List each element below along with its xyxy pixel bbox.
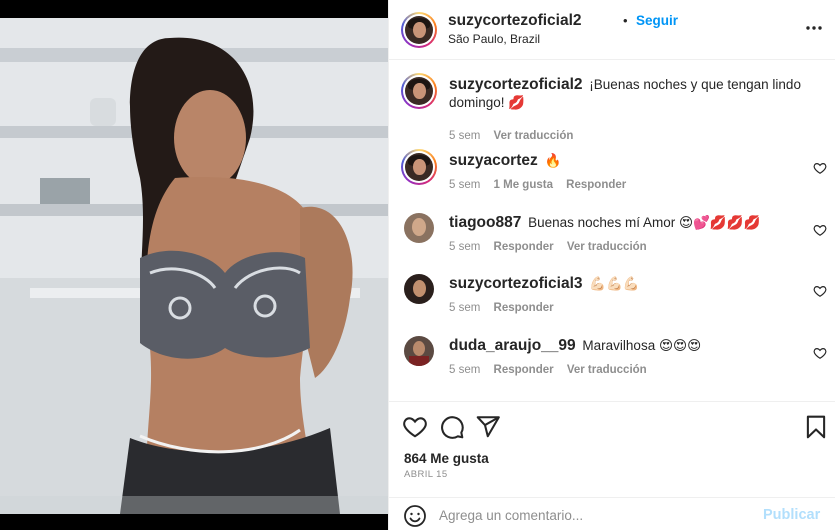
post-header: suzycortezoficial2 • Seguir São Paulo, B… [389,0,835,60]
comment-meta: 5 sem Responder [449,302,564,314]
reply-link[interactable]: Responder [494,302,554,314]
comment-meta: 5 sem Responder Ver traducción [449,364,657,376]
likes-count[interactable]: 864 Me gusta [404,451,489,466]
comment-username[interactable]: suzyacortez [449,152,538,169]
comment-time[interactable]: 5 sem [449,179,480,191]
post-side-panel: suzycortezoficial2 • Seguir São Paulo, B… [388,0,835,530]
comment-avatar[interactable] [404,274,434,304]
comment-body: tiagoo887 Buenas noches mí Amor 😍💕💋💋💋 [449,214,819,232]
comment-like-heart-icon[interactable] [813,161,827,175]
comment-avatar[interactable] [404,213,434,243]
send-icon[interactable] [475,414,501,440]
author-avatar[interactable] [401,12,437,48]
translate-link[interactable]: Ver traducción [494,130,574,142]
comment-time[interactable]: 5 sem [449,130,480,142]
comment-body: suzycortezoficial2 ¡Buenas noches y que … [449,76,819,112]
comment-body: duda_araujo__99 Maravilhosa 😍😍😍 [449,337,819,355]
post-actions: 864 Me gusta ABRIL 15 [389,401,835,491]
translate-link[interactable]: Ver traducción [567,241,647,253]
more-options-icon[interactable] [799,18,829,38]
comment-username[interactable]: tiagoo887 [449,214,521,231]
comment-username[interactable]: duda_araujo__99 [449,337,576,354]
post-media [0,0,388,530]
post-location[interactable]: São Paulo, Brazil [448,32,540,46]
publish-button[interactable]: Publicar [763,507,820,523]
comment-text: 🔥 [544,153,562,168]
comment-meta: 5 sem 1 Me gusta Responder [449,179,636,191]
comment-likes-count[interactable]: 1 Me gusta [494,179,553,191]
comment-avatar[interactable] [404,336,434,366]
comment-text: 💪🏻💪🏻💪🏻 [589,276,640,291]
author-username[interactable]: suzycortezoficial2 [448,12,582,30]
comment-body: suzyacortez 🔥 [449,152,819,170]
media-letterbox-bottom [0,514,388,530]
comment-composer: Publicar [389,497,835,530]
comment-text: Buenas noches mí Amor 😍💕💋💋💋 [528,215,761,230]
post-date[interactable]: ABRIL 15 [404,469,448,480]
comment-time[interactable]: 5 sem [449,302,480,314]
reply-link[interactable]: Responder [566,179,626,191]
comment-username[interactable]: suzycortezoficial3 [449,275,583,292]
comment-like-heart-icon[interactable] [813,223,827,237]
comment-meta: 5 sem Ver traducción [449,130,583,142]
comment-avatar[interactable] [401,73,437,109]
heart-icon[interactable] [402,414,428,440]
bookmark-icon[interactable] [803,414,829,440]
comment-like-heart-icon[interactable] [813,284,827,298]
comment-time[interactable]: 5 sem [449,241,480,253]
comment-text: Maravilhosa 😍😍😍 [582,338,702,353]
comments-list: suzycortezoficial2 ¡Buenas noches y que … [389,61,835,401]
reply-link[interactable]: Responder [494,364,554,376]
reply-link[interactable]: Responder [494,241,554,253]
post-photo[interactable] [0,18,388,514]
header-separator: • [623,13,628,28]
comment-time[interactable]: 5 sem [449,364,480,376]
comment-meta: 5 sem Responder Ver traducción [449,241,657,253]
comment-avatar[interactable] [401,149,437,185]
media-letterbox-top [0,0,388,18]
comment-icon[interactable] [439,414,465,440]
comment-input[interactable] [439,503,749,527]
smiley-icon[interactable] [403,504,427,528]
comment-body: suzycortezoficial3 💪🏻💪🏻💪🏻 [449,275,819,293]
follow-button[interactable]: Seguir [636,13,678,28]
translate-link[interactable]: Ver traducción [567,364,647,376]
comment-like-heart-icon[interactable] [813,346,827,360]
comment-username[interactable]: suzycortezoficial2 [449,76,583,93]
